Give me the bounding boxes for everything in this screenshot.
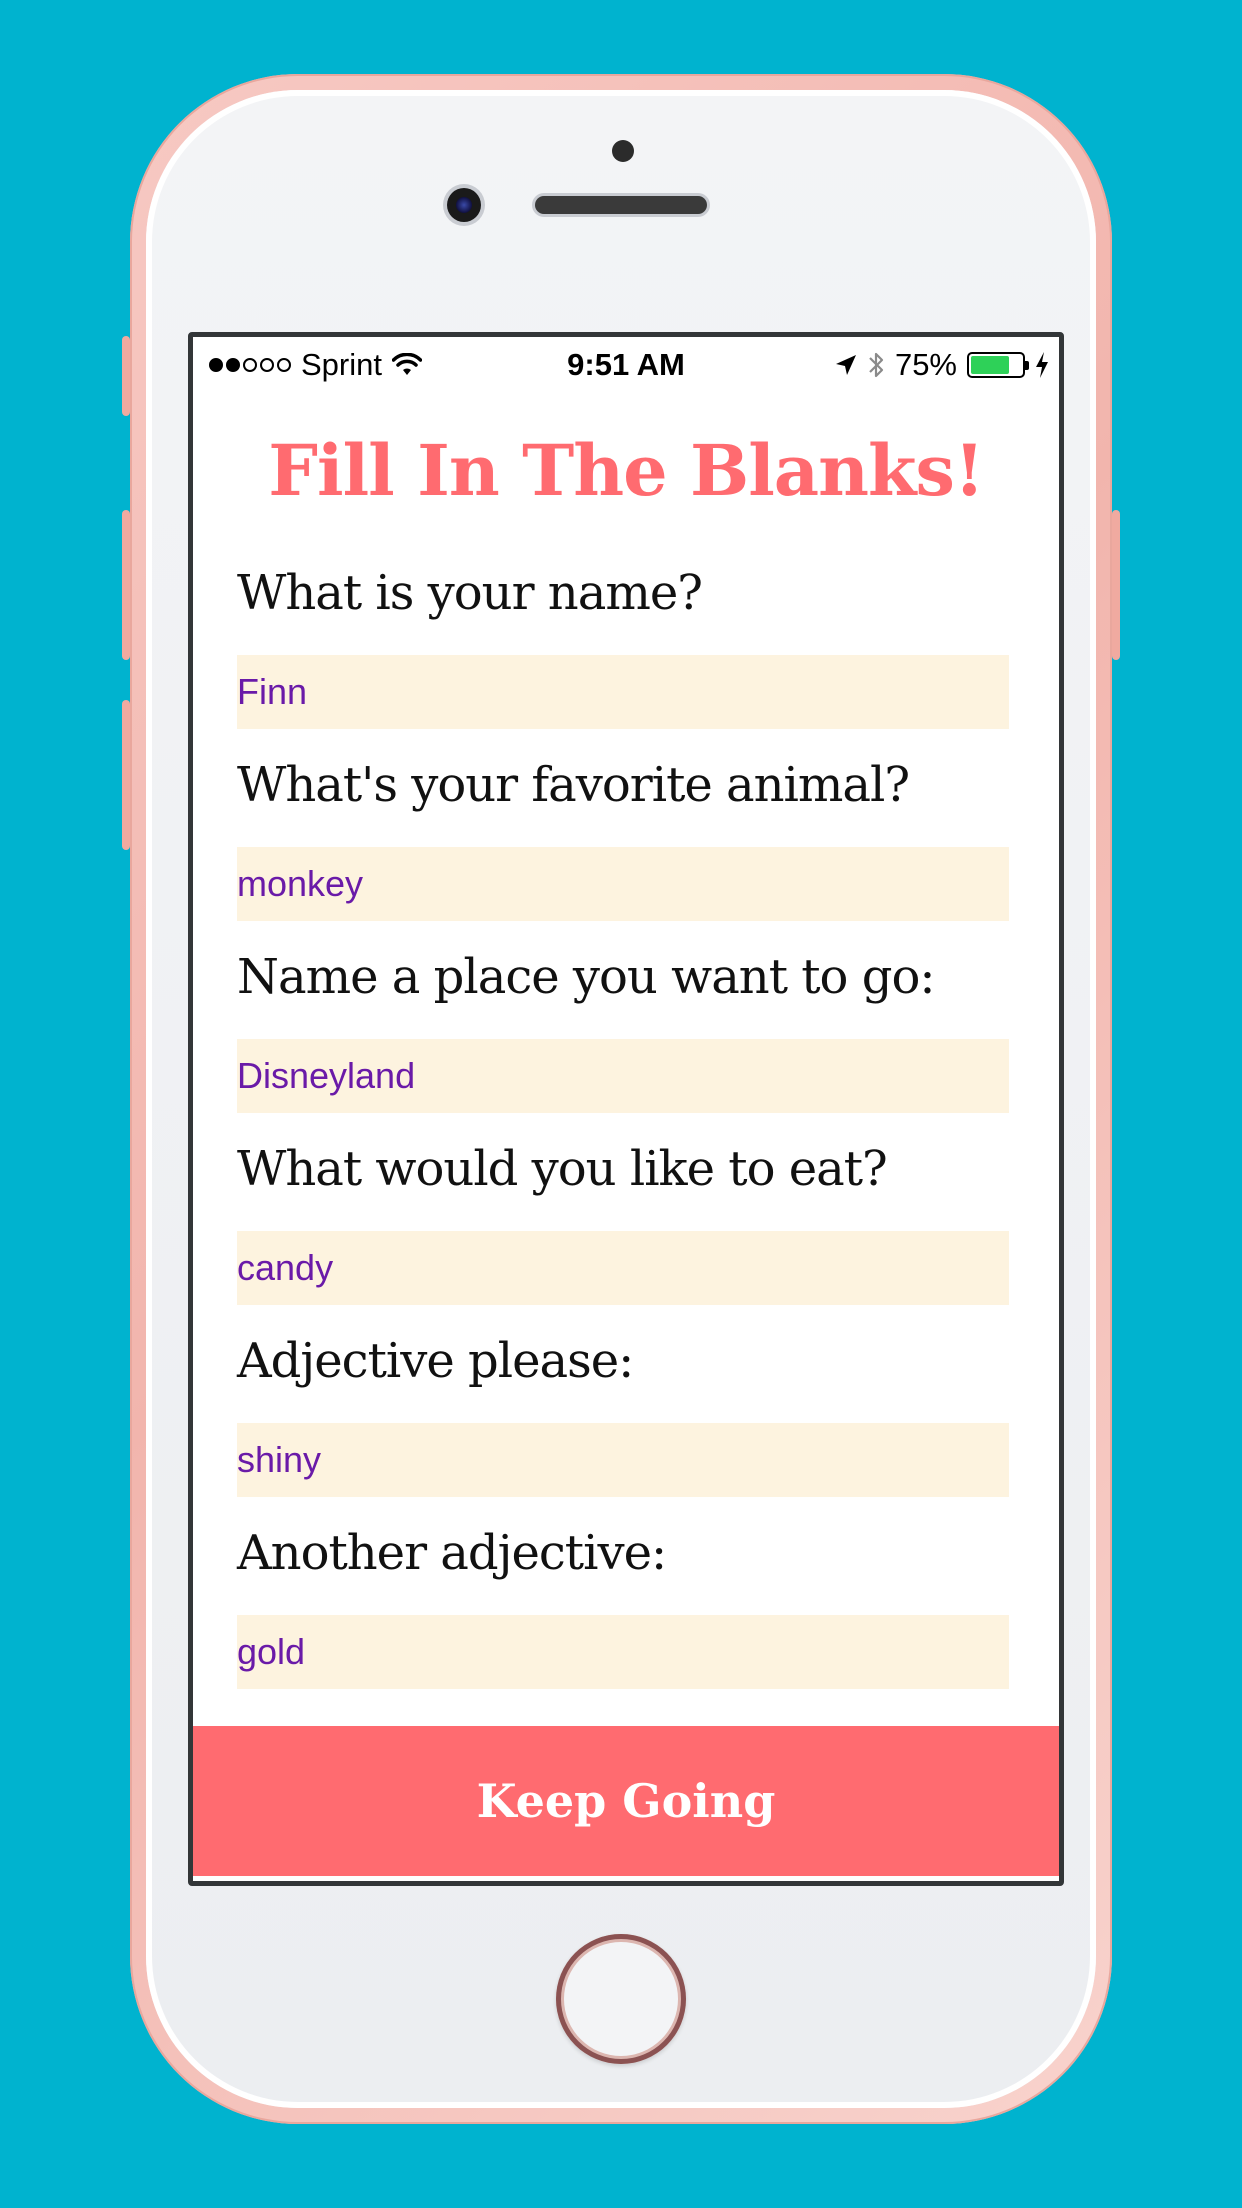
status-right: 75%: [835, 347, 1049, 383]
status-bar: Sprint 9:51 AM 75%: [193, 337, 1059, 393]
power-button: [1112, 510, 1120, 660]
form-field: Name a place you want to go: Disneyland: [237, 949, 1009, 1141]
phone-screen: Sprint 9:51 AM 75% Fill In The Blanks! W…: [188, 332, 1064, 1886]
proximity-sensor: [612, 140, 634, 162]
form-field: Adjective please: shiny: [237, 1333, 1009, 1525]
form-field: What would you like to eat? candy: [237, 1141, 1009, 1333]
page-title: Fill In The Blanks!: [268, 429, 984, 512]
front-camera-icon: [447, 188, 481, 222]
battery-level: [971, 356, 1009, 374]
battery-percent: 75%: [894, 347, 957, 382]
question-label: What would you like to eat?: [237, 1141, 888, 1197]
adjective-input[interactable]: shiny: [237, 1423, 1009, 1497]
earpiece-speaker: [535, 196, 707, 214]
favorite-animal-input[interactable]: monkey: [237, 847, 1009, 921]
question-label: What's your favorite animal?: [237, 757, 910, 813]
home-button[interactable]: [556, 1934, 686, 2064]
keep-going-button[interactable]: Keep Going: [193, 1726, 1059, 1876]
question-label: Another adjective:: [237, 1525, 667, 1581]
volume-down-button: [122, 700, 130, 850]
volume-up-button: [122, 510, 130, 660]
second-adjective-input[interactable]: gold: [237, 1615, 1009, 1689]
blanks-form: What is your name? Finn What's your favo…: [237, 565, 1009, 1717]
question-label: Name a place you want to go:: [237, 949, 936, 1005]
battery-icon: [967, 352, 1029, 378]
charging-bolt-icon: [1036, 352, 1048, 378]
question-label: What is your name?: [237, 565, 703, 621]
silent-switch: [122, 336, 130, 416]
form-field: Another adjective: gold: [237, 1525, 1009, 1717]
form-field: What's your favorite animal? monkey: [237, 757, 1009, 949]
bluetooth-icon: [869, 352, 884, 378]
food-input[interactable]: candy: [237, 1231, 1009, 1305]
place-input[interactable]: Disneyland: [237, 1039, 1009, 1113]
form-field: What is your name? Finn: [237, 565, 1009, 757]
location-arrow-icon: [835, 355, 856, 375]
question-label: Adjective please:: [237, 1333, 634, 1389]
name-input[interactable]: Finn: [237, 655, 1009, 729]
